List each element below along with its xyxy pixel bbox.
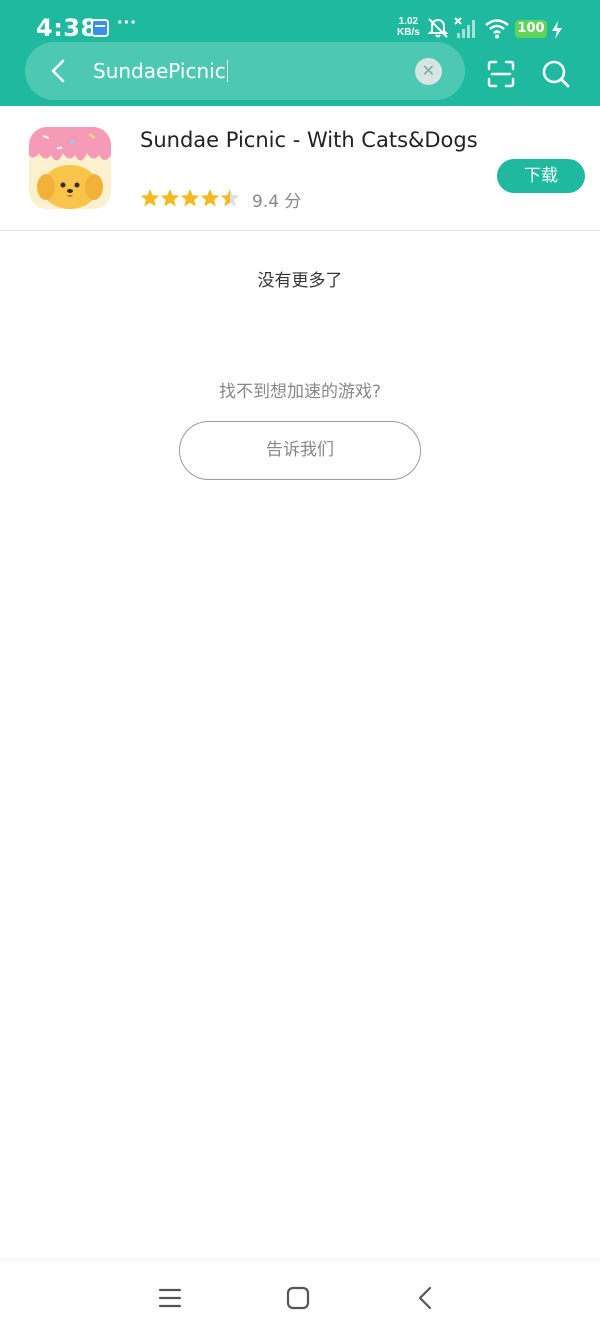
game-not-found-prompt: 找不到想加速的游戏? — [218, 382, 382, 402]
search-icon[interactable] — [541, 59, 571, 89]
network-speed: 1.02 KB/s — [397, 16, 420, 38]
clear-icon[interactable]: ✕ — [415, 58, 442, 85]
search-result-item[interactable]: Sundae Picnic - With Cats&Dogs 9.4 分 下载 — [0, 106, 600, 231]
star-icon — [160, 189, 180, 207]
signal-no-service-icon — [454, 17, 475, 38]
scan-icon[interactable] — [486, 59, 516, 89]
charging-icon — [552, 21, 562, 39]
sundae-picnic-logo — [29, 127, 111, 209]
rating-score: 9.4 分 — [252, 192, 302, 212]
search-query: SundaePicnic — [93, 59, 226, 83]
app-title[interactable]: Sundae Picnic - With Cats&Dogs — [140, 128, 478, 152]
status-bar: 4:38 ··· 1.02 KB/s 100 — [0, 0, 600, 44]
star-icon — [200, 189, 220, 207]
star-icon — [180, 189, 200, 207]
search-box[interactable]: SundaePicnic ✕ — [25, 42, 465, 100]
status-time: 4:38 — [36, 14, 98, 42]
no-more-results-text: 没有更多了 — [257, 271, 343, 291]
top-app-bar: 4:38 ··· 1.02 KB/s 100 SundaePicnic ✕ — [0, 0, 600, 106]
menu-icon[interactable] — [157, 1285, 183, 1311]
tell-us-button[interactable]: 告诉我们 — [179, 421, 421, 480]
notification-app-icon — [91, 19, 109, 37]
home-icon[interactable] — [285, 1285, 311, 1311]
back-icon[interactable] — [45, 57, 73, 85]
more-notifications-icon: ··· — [117, 12, 137, 34]
app-icon[interactable] — [29, 127, 111, 209]
wifi-icon — [485, 19, 509, 39]
text-cursor — [226, 60, 228, 82]
download-button[interactable]: 下载 — [497, 159, 585, 193]
half-star-icon — [220, 189, 240, 207]
star-icon — [140, 189, 160, 207]
rating-stars — [140, 189, 240, 207]
search-input[interactable]: SundaePicnic — [93, 59, 228, 83]
network-speed-value: 1.02 — [398, 16, 419, 27]
nav-back-icon[interactable] — [413, 1285, 439, 1311]
network-speed-unit: KB/s — [397, 27, 420, 38]
battery-level: 100 — [515, 20, 547, 38]
mute-bell-icon — [427, 18, 449, 38]
